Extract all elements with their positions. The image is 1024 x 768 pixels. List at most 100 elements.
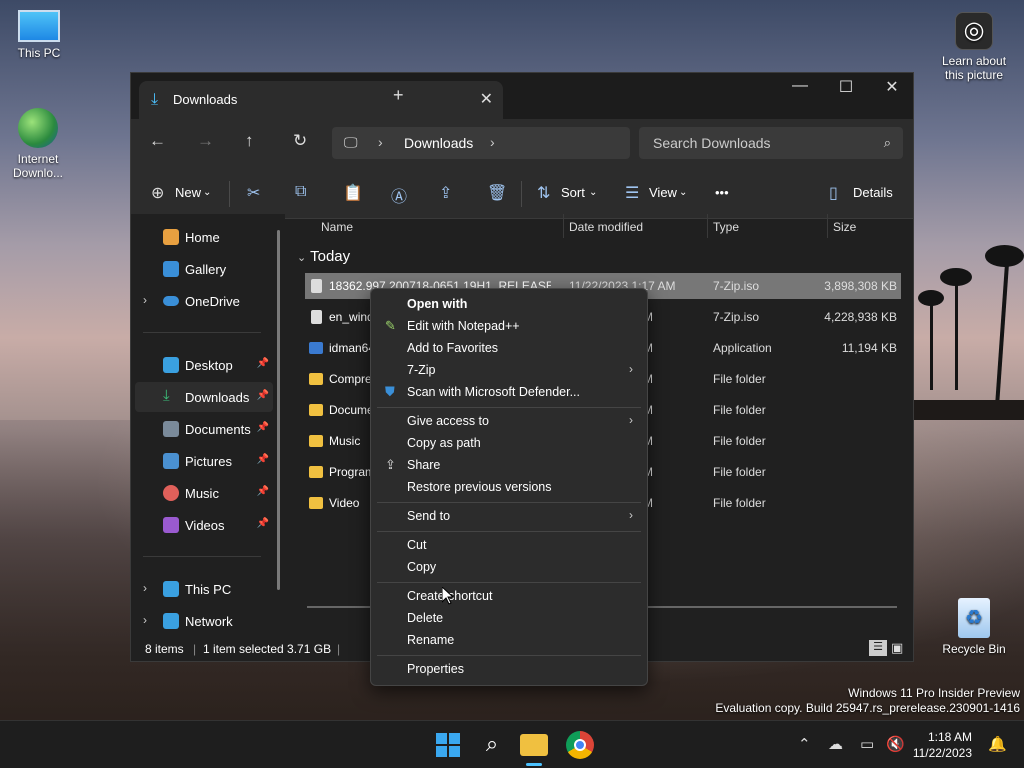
menu-item-add-favorites[interactable]: Add to Favorites bbox=[377, 337, 641, 359]
details-button[interactable]: Details bbox=[853, 185, 893, 200]
desktop-icon-recycle-bin[interactable]: ♻ Recycle Bin bbox=[938, 598, 1010, 656]
search-box[interactable]: Search Downloads ⌕ bbox=[639, 127, 903, 159]
sidebar-divider bbox=[143, 556, 261, 557]
sidebar-item-home[interactable]: Home bbox=[135, 222, 273, 252]
sidebar-item-downloads[interactable]: ⤓ Downloads 📌 bbox=[135, 382, 273, 412]
menu-item-open-with[interactable]: Open with bbox=[377, 293, 641, 315]
network-icon[interactable]: ▭ bbox=[860, 735, 874, 753]
column-divider[interactable] bbox=[707, 214, 708, 238]
forward-button[interactable]: → bbox=[197, 131, 214, 151]
menu-item-label: Scan with Microsoft Defender... bbox=[407, 385, 580, 399]
pin-icon: 📌 bbox=[256, 518, 269, 529]
sidebar-item-label: Videos bbox=[185, 518, 225, 533]
chevron-right-icon[interactable]: › bbox=[143, 581, 147, 595]
menu-item-copy[interactable]: Copy bbox=[377, 556, 641, 578]
menu-item-7zip[interactable]: 7-Zip › bbox=[377, 359, 641, 381]
sidebar-item-onedrive[interactable]: › OneDrive bbox=[135, 286, 273, 316]
column-divider[interactable] bbox=[827, 214, 828, 238]
file-explorer-taskbar-icon[interactable] bbox=[520, 734, 548, 756]
tab-downloads[interactable]: ⤓ Downloads ✕ bbox=[139, 81, 503, 119]
view-icon[interactable]: ☰ bbox=[625, 183, 639, 203]
menu-item-label: Cut bbox=[407, 538, 427, 552]
notification-bell-icon[interactable]: 🔔 bbox=[988, 735, 1007, 753]
menu-item-send-to[interactable]: Send to › bbox=[377, 505, 641, 527]
volume-muted-icon[interactable]: 🔇 bbox=[886, 735, 905, 753]
chrome-icon[interactable] bbox=[566, 731, 594, 759]
file-type: File folder bbox=[713, 465, 766, 479]
column-header-type[interactable]: Type bbox=[713, 220, 739, 234]
new-tab-button[interactable]: + bbox=[393, 85, 404, 106]
menu-item-create-shortcut[interactable]: Create shortcut bbox=[377, 585, 641, 607]
menu-item-rename[interactable]: Rename bbox=[377, 629, 641, 651]
start-windows-icon[interactable] bbox=[434, 731, 462, 759]
menu-item-copy-as-path[interactable]: Copy as path bbox=[377, 432, 641, 454]
group-header-today[interactable]: ⌄ Today bbox=[297, 248, 350, 265]
menu-item-give-access[interactable]: Give access to › bbox=[377, 410, 641, 432]
minimize-button[interactable]: — bbox=[777, 77, 823, 95]
up-button[interactable]: ↑ bbox=[245, 131, 254, 151]
column-header-size[interactable]: Size bbox=[833, 220, 856, 234]
details-view-icon[interactable]: ☰ bbox=[869, 640, 887, 656]
sidebar-item-pictures[interactable]: Pictures 📌 bbox=[135, 446, 273, 476]
breadcrumb-downloads[interactable]: Downloads bbox=[404, 135, 473, 151]
menu-item-label: Copy as path bbox=[407, 436, 481, 450]
menu-item-cut[interactable]: Cut bbox=[377, 534, 641, 556]
desktop-icon-learn-about-picture[interactable]: ◎ Learn about this picture bbox=[938, 12, 1010, 82]
menu-separator bbox=[377, 582, 641, 583]
column-header-date[interactable]: Date modified bbox=[569, 220, 643, 234]
chevron-down-icon[interactable]: ⌄ bbox=[589, 187, 597, 198]
sidebar-item-videos[interactable]: Videos 📌 bbox=[135, 510, 273, 540]
menu-item-scan-defender[interactable]: ⛊ Scan with Microsoft Defender... bbox=[377, 381, 641, 403]
chevron-down-icon[interactable]: ⌄ bbox=[679, 187, 687, 198]
menu-item-edit-notepadpp[interactable]: ✎ Edit with Notepad++ bbox=[377, 315, 641, 337]
back-button[interactable]: ← bbox=[149, 131, 166, 151]
new-button[interactable]: New bbox=[175, 185, 201, 200]
sidebar-item-this-pc[interactable]: › This PC bbox=[135, 574, 273, 604]
search-icon[interactable]: ⌕ bbox=[478, 731, 506, 759]
close-window-button[interactable]: ✕ bbox=[869, 77, 915, 97]
column-header-name[interactable]: Name bbox=[321, 220, 353, 234]
menu-item-restore-versions[interactable]: Restore previous versions bbox=[377, 476, 641, 498]
onedrive-offline-icon[interactable]: ☁ bbox=[828, 735, 843, 753]
system-clock[interactable]: 1:18 AM 11/22/2023 bbox=[913, 729, 972, 761]
chevron-down-icon[interactable]: ⌄ bbox=[203, 187, 211, 198]
menu-item-share[interactable]: ⇪ Share bbox=[377, 454, 641, 476]
desktop-icon-this-pc[interactable]: This PC bbox=[3, 10, 75, 60]
paste-icon[interactable]: 📋 bbox=[343, 183, 363, 203]
sidebar-scrollbar[interactable] bbox=[277, 230, 280, 590]
tiles-view-icon[interactable]: ▣ bbox=[891, 640, 903, 656]
pictures-icon bbox=[163, 453, 179, 469]
details-pane-icon[interactable]: ▯ bbox=[829, 183, 838, 203]
new-plus-icon[interactable]: ⊕ bbox=[151, 183, 164, 203]
delete-icon[interactable]: 🗑 bbox=[487, 183, 507, 203]
column-divider[interactable] bbox=[563, 214, 564, 238]
menu-item-delete[interactable]: Delete bbox=[377, 607, 641, 629]
copy-icon[interactable]: ⧉ bbox=[295, 183, 306, 201]
sort-icon[interactable]: ⇅ bbox=[537, 183, 550, 203]
file-type: File folder bbox=[713, 496, 766, 510]
menu-item-properties[interactable]: Properties bbox=[377, 658, 641, 680]
view-button[interactable]: View bbox=[649, 185, 677, 200]
sort-button[interactable]: Sort bbox=[561, 185, 585, 200]
more-options-button[interactable]: ••• bbox=[715, 185, 729, 200]
desktop-icon-internet-download-manager[interactable]: Internet Downlo... bbox=[2, 108, 74, 180]
chevron-right-icon[interactable]: › bbox=[143, 293, 147, 307]
sidebar-item-network[interactable]: › Network bbox=[135, 606, 273, 636]
chevron-up-icon[interactable]: ⌃ bbox=[798, 735, 811, 753]
menu-item-label: Open with bbox=[407, 297, 468, 311]
rename-icon[interactable]: Ⓐ bbox=[391, 183, 407, 207]
chevron-right-icon[interactable]: › bbox=[143, 613, 147, 627]
cut-icon[interactable]: ✂ bbox=[247, 183, 260, 203]
close-tab-icon[interactable]: ✕ bbox=[480, 89, 493, 109]
address-bar[interactable]: 🖵 › Downloads › bbox=[332, 127, 630, 159]
share-icon[interactable]: ⇪ bbox=[439, 183, 452, 203]
sidebar-item-desktop[interactable]: Desktop 📌 bbox=[135, 350, 273, 380]
chevron-right-icon[interactable]: › bbox=[378, 134, 383, 150]
clock-date: 11/22/2023 bbox=[912, 746, 972, 760]
chevron-right-icon[interactable]: › bbox=[490, 134, 495, 150]
sidebar-item-music[interactable]: Music 📌 bbox=[135, 478, 273, 508]
sidebar-item-gallery[interactable]: Gallery bbox=[135, 254, 273, 284]
sidebar-item-documents[interactable]: Documents 📌 bbox=[135, 414, 273, 444]
maximize-button[interactable]: ☐ bbox=[823, 77, 869, 97]
refresh-button[interactable]: ↻ bbox=[293, 131, 307, 151]
